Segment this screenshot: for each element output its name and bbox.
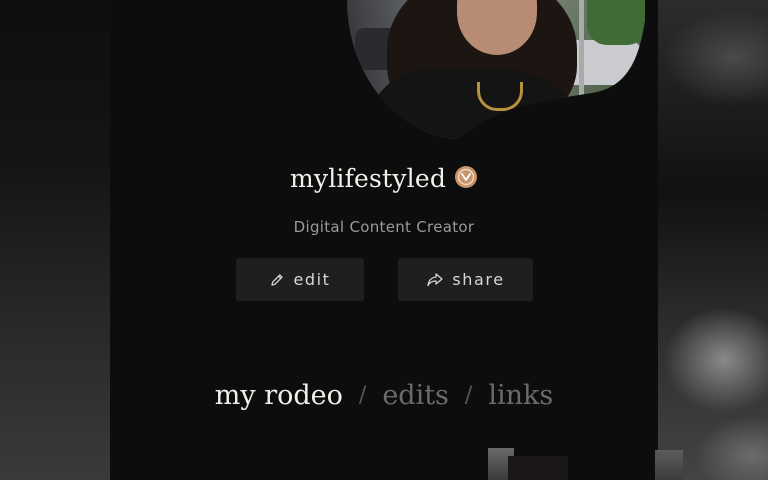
background-left-panel (0, 0, 110, 480)
background-right-panel (658, 0, 768, 480)
tab-separator: / (358, 383, 367, 408)
pencil-icon (269, 272, 285, 288)
photo-trees (587, 0, 645, 45)
tab-links[interactable]: links (488, 380, 553, 411)
app-screen: mylifestyled Digital Content Creator edi… (0, 0, 768, 480)
tab-separator: / (464, 383, 473, 408)
profile-username-row: mylifestyled (110, 162, 658, 193)
edit-button-label: edit (293, 270, 331, 289)
share-button-label: share (452, 270, 505, 289)
content-thumbnail[interactable] (508, 456, 568, 480)
content-tabs: my rodeo / edits / links (110, 380, 658, 411)
photo-pole (579, 0, 584, 95)
profile-card: mylifestyled Digital Content Creator edi… (110, 0, 683, 480)
profile-subtitle: Digital Content Creator (293, 218, 475, 236)
profile-username: mylifestyled (289, 164, 447, 193)
verified-badge-icon (454, 165, 478, 189)
profile-photo (347, 0, 645, 140)
edit-button[interactable]: edit (236, 258, 364, 301)
share-arrow-icon (426, 272, 444, 288)
content-thumbnail[interactable] (655, 450, 683, 480)
tab-my-rodeo[interactable]: my rodeo (215, 380, 343, 411)
share-button[interactable]: share (398, 258, 533, 301)
tab-edits[interactable]: edits (382, 380, 449, 411)
